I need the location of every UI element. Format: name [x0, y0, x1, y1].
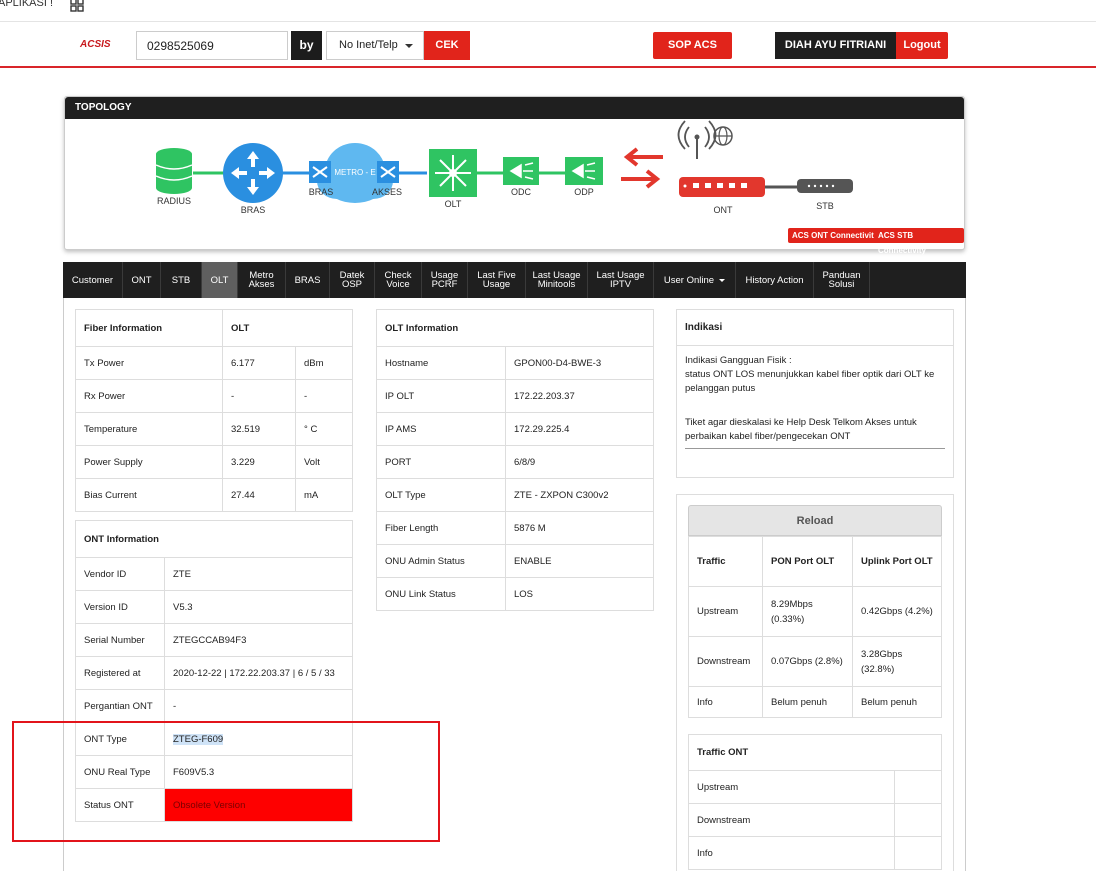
stb-label: STB — [816, 201, 834, 211]
tab-datek-osp[interactable]: Datek OSP — [330, 262, 375, 298]
ont-label: ONT — [713, 205, 733, 215]
table-row: Vendor ID ZTE — [75, 557, 353, 591]
odc-splitter-icon — [503, 157, 539, 185]
tab-check-voice[interactable]: Check Voice — [375, 262, 422, 298]
table-row: Hostname GPON00-D4-BWE-3 — [376, 346, 654, 380]
bras-label: BRAS — [240, 205, 266, 215]
radius-database-icon — [155, 148, 193, 194]
acsis-logo[interactable]: ACSIS — [80, 39, 111, 50]
stb-icon — [797, 179, 853, 193]
tab-last-usage-minitools[interactable]: Last Usage Minitools — [526, 262, 588, 298]
by-label: by — [291, 31, 322, 60]
bras-router-icon — [223, 143, 283, 203]
acs-ont-connectivity-button[interactable]: ACS ONT Connectivity — [788, 228, 883, 243]
indikasi-line-2: status ONT LOS menunjukkan kabel fiber o… — [685, 369, 935, 394]
reload-button[interactable]: Reload — [688, 505, 942, 536]
metro-bras-label: BRAS — [308, 187, 334, 197]
tab-usage-pcrf[interactable]: Usage PCRF — [422, 262, 468, 298]
acs-stb-connectivity-button[interactable]: ACS STB Connectivity — [874, 228, 964, 255]
tab-bras[interactable]: BRAS — [286, 262, 330, 298]
tab-ont[interactable]: ONT — [123, 262, 161, 298]
topology-title: TOPOLOGY — [65, 97, 964, 119]
tab-last-five-usage[interactable]: Last Five Usage — [468, 262, 526, 298]
table-row: Rx Power - - — [75, 379, 353, 413]
tab-olt[interactable]: OLT — [202, 262, 238, 298]
fiber-info-table: Fiber Information OLT Tx Power 6.177 dBm R… — [75, 309, 353, 512]
search-type-select[interactable]: No Inet/Telp — [326, 31, 424, 60]
table-row: Fiber Length 5876 M — [376, 511, 654, 545]
metro-switch-right-icon — [377, 161, 399, 183]
indikasi-line-3: Tiket agar dieskalasi ke Help Desk Telko… — [685, 417, 917, 442]
apps-grid-icon[interactable] — [70, 0, 84, 12]
table-row: Pergantian ONT - — [75, 689, 353, 723]
indikasi-panel: Indikasi Indikasi Gangguan Fisik : statu… — [676, 309, 954, 478]
olt-info-table: OLT Information Hostname GPON00-D4-BWE-3 … — [376, 309, 654, 611]
table-row: IP OLT 172.22.203.37 — [376, 379, 654, 413]
search-input[interactable] — [136, 31, 288, 60]
table-row: ONU Admin Status ENABLE — [376, 544, 654, 578]
table-row: Version ID V5.3 — [75, 590, 353, 624]
olt-label: OLT — [444, 199, 462, 209]
tab-metro-akses[interactable]: Metro Akses — [238, 262, 286, 298]
table-row: IP AMS 172.29.225.4 — [376, 412, 654, 446]
odc-label: ODC — [511, 187, 531, 197]
fiber-info-header: Fiber Information — [75, 309, 223, 347]
divider — [685, 448, 945, 449]
tab-panduan-solusi[interactable]: Panduan Solusi — [814, 262, 870, 298]
wifi-icon — [677, 120, 717, 159]
sop-acs-button[interactable]: SOP ACS — [653, 32, 732, 59]
traffic-ont-header: Traffic ONT — [688, 734, 942, 771]
header-bar: ACSIS by No Inet/Telp CEK SOP ACS DIAH A… — [0, 23, 1096, 68]
table-row: Registered at 2020-12-22 | 172.22.203.37 … — [75, 656, 353, 690]
app-strip: APLIKASI ! — [0, 0, 1096, 22]
indikasi-title: Indikasi — [677, 310, 953, 346]
odp-splitter-icon — [565, 157, 603, 185]
indikasi-line-1: Indikasi Gangguan Fisik : — [685, 355, 792, 366]
table-row: Info — [688, 836, 942, 870]
traffic-ont-table: Traffic ONT Upstream Downstream Info — [688, 734, 942, 870]
radius-label: RADIUS — [156, 196, 191, 206]
tab-bar: Customer ONT STB OLT Metro Akses BRAS Da… — [63, 262, 966, 298]
odp-label: ODP — [574, 187, 594, 197]
table-row: Upstream 8.29Mbps (0.33%) 0.42Gbps (4.2%… — [688, 586, 942, 637]
fiber-info-olt-header: OLT — [222, 309, 353, 347]
metro-switch-left-icon — [309, 161, 331, 183]
table-row: ONU Link Status LOS — [376, 577, 654, 611]
highlight-annotation-box — [12, 721, 440, 842]
table-row: OLT Type ZTE - ZXPON C300v2 — [376, 478, 654, 512]
olt-info-header: OLT Information — [376, 309, 654, 347]
table-row: Power Supply 3.229 Volt — [75, 445, 353, 479]
tab-customer[interactable]: Customer — [63, 262, 123, 298]
aplikasi-label: APLIKASI ! — [0, 0, 54, 9]
tab-stb[interactable]: STB — [161, 262, 202, 298]
table-row: PORT 6/8/9 — [376, 445, 654, 479]
cek-button[interactable]: CEK — [424, 31, 470, 60]
chevron-down-icon — [405, 44, 413, 48]
table-row: Bias Current 27.44 mA — [75, 478, 353, 512]
tab-history-action[interactable]: History Action — [736, 262, 814, 298]
bidirectional-arrow-icon — [621, 147, 663, 189]
ont-router-icon — [679, 177, 765, 197]
search-type-value: No Inet/Telp — [339, 39, 398, 51]
table-row: Temperature 32.519 ° C — [75, 412, 353, 446]
user-name-button[interactable]: DIAH AYU FITRIANI — [775, 32, 896, 59]
table-row: Upstream — [688, 770, 942, 804]
ont-info-header: ONT Information — [75, 520, 353, 558]
tab-last-usage-iptv[interactable]: Last Usage IPTV — [588, 262, 654, 298]
logout-button[interactable]: Logout — [896, 32, 948, 59]
table-row: Downstream — [688, 803, 942, 837]
tab-user-online[interactable]: User Online — [654, 262, 736, 298]
table-row: Downstream 0.07Gbps (2.8%) 3.28Gbps (32.… — [688, 636, 942, 687]
table-row: Tx Power 6.177 dBm — [75, 346, 353, 380]
topology-panel: TOPOLOGY METRO - E RADIUS BRAS BRAS AKSE… — [64, 96, 965, 255]
metro-cloud-text: METRO - E — [334, 168, 375, 177]
olt-icon — [429, 149, 477, 197]
metro-akses-label: AKSES — [371, 187, 402, 197]
traffic-table: Traffic PON Port OLT Uplink Port OLT Ups… — [688, 536, 942, 718]
chevron-down-icon — [719, 278, 726, 282]
table-row: Info Belum penuh Belum penuh — [688, 686, 942, 718]
table-row: Serial Number ZTEGCCAB94F3 — [75, 623, 353, 657]
globe-icon — [713, 126, 733, 146]
